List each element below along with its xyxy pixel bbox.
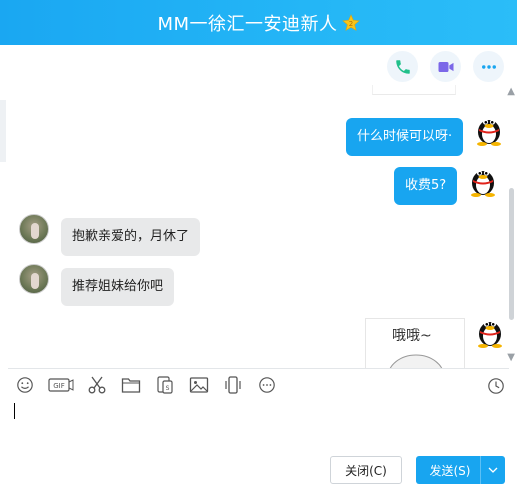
- scissors-icon: [88, 376, 106, 394]
- top-actions: [387, 51, 504, 82]
- emoji-icon: [17, 377, 33, 393]
- message-history-button[interactable]: [485, 375, 507, 397]
- message-input[interactable]: [8, 400, 506, 448]
- screenshot-button[interactable]: [86, 374, 108, 396]
- more-button[interactable]: [473, 51, 504, 82]
- message-row: 推荐姐妹给你吧: [19, 264, 175, 306]
- gif-icon: GIF: [48, 378, 74, 392]
- phone-icon: [395, 59, 410, 74]
- image-icon: [189, 377, 209, 393]
- scroll-up-arrow-icon[interactable]: ▲: [507, 86, 515, 97]
- input-toolbar: GIF S: [14, 374, 278, 396]
- file-button[interactable]: [120, 374, 142, 396]
- scroll-down-arrow-icon[interactable]: ▼: [507, 352, 515, 363]
- sticker-text: 哦哦~: [392, 328, 432, 344]
- message-row: 收费5?: [394, 167, 498, 205]
- more-dots-icon: [481, 64, 496, 69]
- penguin-avatar[interactable]: [474, 112, 504, 146]
- gif-button[interactable]: GIF: [48, 374, 74, 396]
- red-packet-button[interactable]: S: [154, 374, 176, 396]
- close-button[interactable]: 关闭(C): [330, 456, 402, 484]
- message-bubble[interactable]: 推荐姐妹给你吧: [61, 268, 175, 306]
- toolbar-divider: [8, 368, 509, 369]
- image-button[interactable]: [188, 374, 210, 396]
- contact-avatar[interactable]: [19, 264, 49, 294]
- penguin-avatar[interactable]: [468, 163, 498, 197]
- more-tools-button[interactable]: [256, 374, 278, 396]
- svg-text:2: 2: [348, 20, 352, 28]
- text-caret: [14, 403, 15, 419]
- message-list[interactable]: 什么时候可以呀· 收费5? 抱歉亲爱的，月休了 推荐姐妹给你吧 哦哦~: [6, 85, 507, 368]
- message-bubble[interactable]: 收费5?: [394, 167, 458, 205]
- contact-avatar[interactable]: [19, 214, 49, 244]
- scrollbar-thumb[interactable]: [509, 188, 514, 320]
- chat-title: MM一徐汇一安迪新人: [157, 13, 338, 35]
- clock-icon: [488, 378, 504, 394]
- sticker-message[interactable]: 哦哦~: [365, 318, 465, 368]
- sticker-face-icon: [389, 354, 443, 368]
- emoji-button[interactable]: [14, 374, 36, 396]
- red-packet-icon: S: [157, 376, 173, 394]
- message-bubble[interactable]: 什么时候可以呀·: [346, 118, 464, 156]
- message-bubble[interactable]: 抱歉亲爱的，月休了: [61, 218, 201, 256]
- send-options-chevron-down-icon[interactable]: [481, 467, 505, 473]
- chat-window: MM一徐汇一安迪新人 2 什么时候可以呀· 收费5? 抱歉亲爱的，月休了 推荐姐…: [0, 0, 517, 487]
- message-row: 什么时候可以呀·: [346, 118, 504, 156]
- message-row: 抱歉亲爱的，月休了: [19, 214, 201, 256]
- video-camera-icon: [438, 61, 453, 72]
- folder-icon: [121, 378, 141, 393]
- title-bar: MM一徐汇一安迪新人 2: [0, 0, 517, 45]
- shake-icon: [225, 376, 241, 394]
- svg-text:S: S: [166, 385, 170, 392]
- vip-badge-icon: 2: [341, 13, 360, 32]
- svg-text:GIF: GIF: [53, 382, 65, 390]
- send-button[interactable]: 发送(S): [416, 456, 505, 484]
- partial-message-bubble: [372, 85, 456, 95]
- penguin-avatar[interactable]: [475, 314, 505, 348]
- more-icon: [259, 377, 275, 393]
- shake-button[interactable]: [222, 374, 244, 396]
- video-call-button[interactable]: [430, 51, 461, 82]
- voice-call-button[interactable]: [387, 51, 418, 82]
- send-label: 发送(S): [429, 463, 471, 478]
